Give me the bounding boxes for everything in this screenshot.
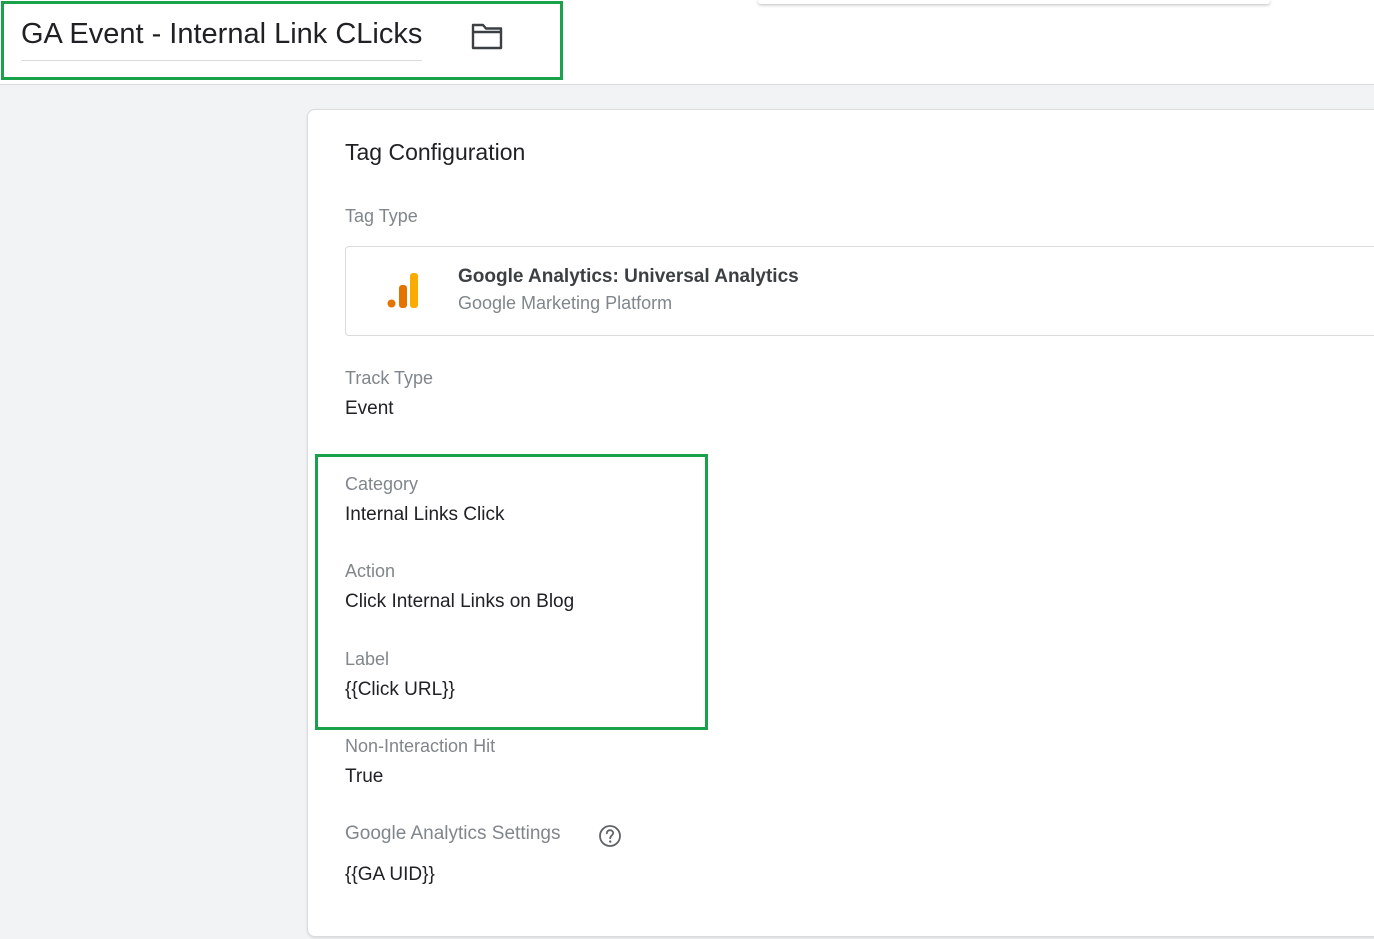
category-value: Internal Links Click [345,504,505,525]
tag-header: GA Event - Internal Link CLicks [0,0,1374,85]
label-label: Label [345,649,390,669]
google-analytics-icon [387,273,418,308]
folder-icon[interactable] [471,22,503,50]
card-title: Tag Configuration [345,139,526,165]
tag-type-label: Tag Type [345,206,418,226]
tag-name-field[interactable]: GA Event - Internal Link CLicks [21,14,423,61]
track-type-value: Event [345,398,394,419]
ga-settings-value: {{GA UID}} [345,864,435,885]
tag-type-provider: Google Marketing Platform [458,293,673,313]
action-label: Action [345,561,396,581]
header-shadow-bar [758,0,1270,4]
track-type-label: Track Type [345,368,434,388]
non-interaction-hit-label: Non-Interaction Hit [345,736,496,756]
ga-settings-label: Google Analytics Settings [345,823,561,844]
category-label: Category [345,474,419,494]
non-interaction-hit-value: True [345,766,384,787]
action-value: Click Internal Links on Blog [345,591,575,612]
help-icon[interactable] [598,824,622,848]
tag-type-name: Google Analytics: Universal Analytics [458,266,799,287]
label-value: {{Click URL}} [345,679,455,700]
